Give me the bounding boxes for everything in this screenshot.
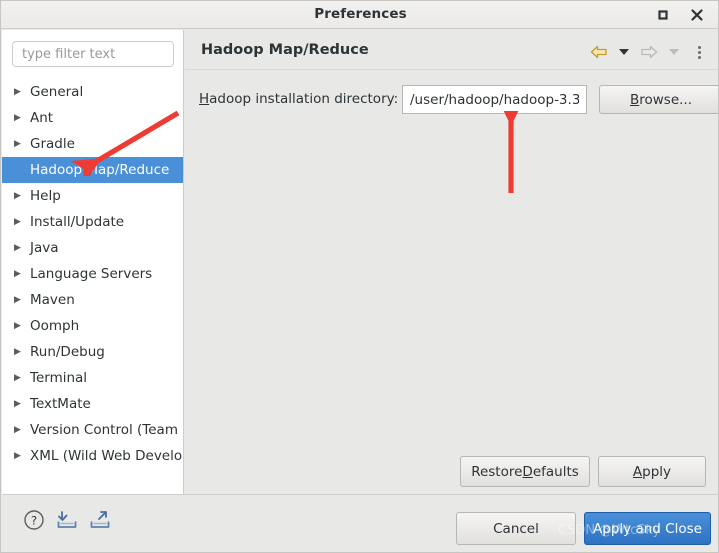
- sidebar-item-java[interactable]: ▶ Java: [2, 235, 183, 261]
- sidebar-item-language-servers[interactable]: ▶ Language Servers: [2, 261, 183, 287]
- sidebar-item-install-update[interactable]: ▶ Install/Update: [2, 209, 183, 235]
- svg-text:?: ?: [31, 514, 37, 528]
- sidebar-item-label: Maven: [30, 292, 75, 308]
- preferences-tree: ▶ General ▶ Ant ▶ Gradle Hadoop Map/Redu…: [2, 79, 183, 469]
- browse-button[interactable]: Browse...: [599, 85, 718, 114]
- forward-arrow-icon: [639, 42, 659, 62]
- browse-mnemonic: B: [629, 91, 640, 108]
- filter-input-wrapper: [12, 41, 174, 67]
- sidebar-item-terminal[interactable]: ▶ Terminal: [2, 365, 183, 391]
- sidebar-item-label: Version Control (Team: [30, 422, 178, 438]
- expand-arrow-icon[interactable]: ▶: [14, 261, 21, 287]
- apply-text: pply: [642, 463, 672, 480]
- label-text: adoop installation directory:: [209, 91, 399, 107]
- expand-arrow-icon[interactable]: ▶: [14, 235, 21, 261]
- sidebar-item-label: Gradle: [30, 136, 75, 152]
- hadoop-directory-input[interactable]: [402, 85, 587, 114]
- search-input[interactable]: [12, 41, 174, 67]
- expand-arrow-icon[interactable]: ▶: [14, 391, 21, 417]
- export-icon[interactable]: [88, 508, 112, 532]
- expand-arrow-icon[interactable]: ▶: [14, 183, 21, 209]
- restore-mnemonic: D: [522, 463, 533, 480]
- sidebar-item-label: Install/Update: [30, 214, 125, 230]
- window-titlebar: Preferences: [1, 1, 718, 29]
- expand-arrow-icon[interactable]: ▶: [14, 313, 21, 339]
- sidebar-item-maven[interactable]: ▶ Maven: [2, 287, 183, 313]
- sidebar-item-label: General: [30, 84, 84, 100]
- header-separator: [185, 69, 718, 70]
- sidebar-item-run-debug[interactable]: ▶ Run/Debug: [2, 339, 183, 365]
- hadoop-directory-label: Hadoop installation directory:: [199, 91, 398, 107]
- preferences-dialog: Preferences ▶ General ▶ Ant: [0, 0, 719, 553]
- close-icon[interactable]: [688, 6, 706, 24]
- sidebar-item-label: Ant: [30, 110, 54, 126]
- import-icon[interactable]: [55, 508, 79, 532]
- restore-rest: efaults: [532, 463, 579, 480]
- restore-pre: Restore: [471, 463, 523, 480]
- sidebar-item-label: Terminal: [30, 370, 88, 386]
- forward-menu-chevron-down-icon: [664, 42, 684, 62]
- sidebar-item-label: Oomph: [30, 318, 80, 334]
- expand-arrow-icon[interactable]: ▶: [14, 365, 21, 391]
- sidebar-item-ant[interactable]: ▶ Ant: [2, 105, 183, 131]
- preference-page-content: Hadoop Map/Reduce Hadoop installation di…: [185, 30, 718, 494]
- sidebar-item-hadoop-map-reduce[interactable]: Hadoop Map/Reduce: [2, 157, 183, 183]
- sidebar-item-label: Java: [30, 240, 59, 256]
- sidebar-item-label: Help: [30, 188, 61, 204]
- vertical-dots-menu-icon[interactable]: [689, 42, 709, 62]
- back-arrow-icon[interactable]: [589, 42, 609, 62]
- sidebar-item-label: Hadoop Map/Reduce: [30, 162, 170, 178]
- page-nav-toolbar: [589, 42, 709, 62]
- expand-arrow-icon[interactable]: ▶: [14, 131, 21, 157]
- sidebar-item-general[interactable]: ▶ General: [2, 79, 183, 105]
- expand-arrow-icon[interactable]: ▶: [14, 105, 21, 131]
- back-menu-chevron-down-icon[interactable]: [614, 42, 634, 62]
- sidebar-item-label: XML (Wild Web Develo: [30, 448, 183, 464]
- footer-icon-group: ?: [22, 508, 112, 532]
- apply-button[interactable]: Apply: [598, 456, 706, 487]
- expand-arrow-icon[interactable]: ▶: [14, 209, 21, 235]
- expand-arrow-icon[interactable]: ▶: [14, 417, 21, 443]
- apply-mnemonic: A: [632, 463, 643, 480]
- sidebar-item-oomph[interactable]: ▶ Oomph: [2, 313, 183, 339]
- hadoop-directory-row: Hadoop installation directory: Browse...: [199, 85, 718, 115]
- expand-arrow-icon[interactable]: ▶: [14, 79, 21, 105]
- browse-text: rowse...: [639, 91, 693, 108]
- apply-and-close-button[interactable]: Apply and Close: [584, 512, 711, 545]
- expand-arrow-icon[interactable]: ▶: [14, 339, 21, 365]
- preferences-tree-panel: ▶ General ▶ Ant ▶ Gradle Hadoop Map/Redu…: [2, 30, 184, 494]
- restore-defaults-button[interactable]: Restore Defaults: [460, 456, 590, 487]
- window-title: Preferences: [314, 6, 407, 22]
- cancel-button[interactable]: Cancel: [456, 512, 576, 545]
- sidebar-item-label: Language Servers: [30, 266, 153, 282]
- help-question-icon[interactable]: ?: [22, 508, 46, 532]
- label-mnemonic: H: [199, 91, 210, 107]
- expand-arrow-icon[interactable]: ▶: [14, 443, 21, 469]
- sidebar-item-gradle[interactable]: ▶ Gradle: [2, 131, 183, 157]
- sidebar-item-textmate[interactable]: ▶ TextMate: [2, 391, 183, 417]
- sidebar-item-version-control[interactable]: ▶ Version Control (Team: [2, 417, 183, 443]
- sidebar-item-help[interactable]: ▶ Help: [2, 183, 183, 209]
- sidebar-item-label: Run/Debug: [30, 344, 105, 360]
- page-title: Hadoop Map/Reduce: [201, 42, 369, 58]
- sidebar-item-label: TextMate: [30, 396, 91, 412]
- sidebar-item-xml[interactable]: ▶ XML (Wild Web Develo: [2, 443, 183, 469]
- maximize-icon[interactable]: [654, 6, 672, 24]
- expand-arrow-icon[interactable]: ▶: [14, 287, 21, 313]
